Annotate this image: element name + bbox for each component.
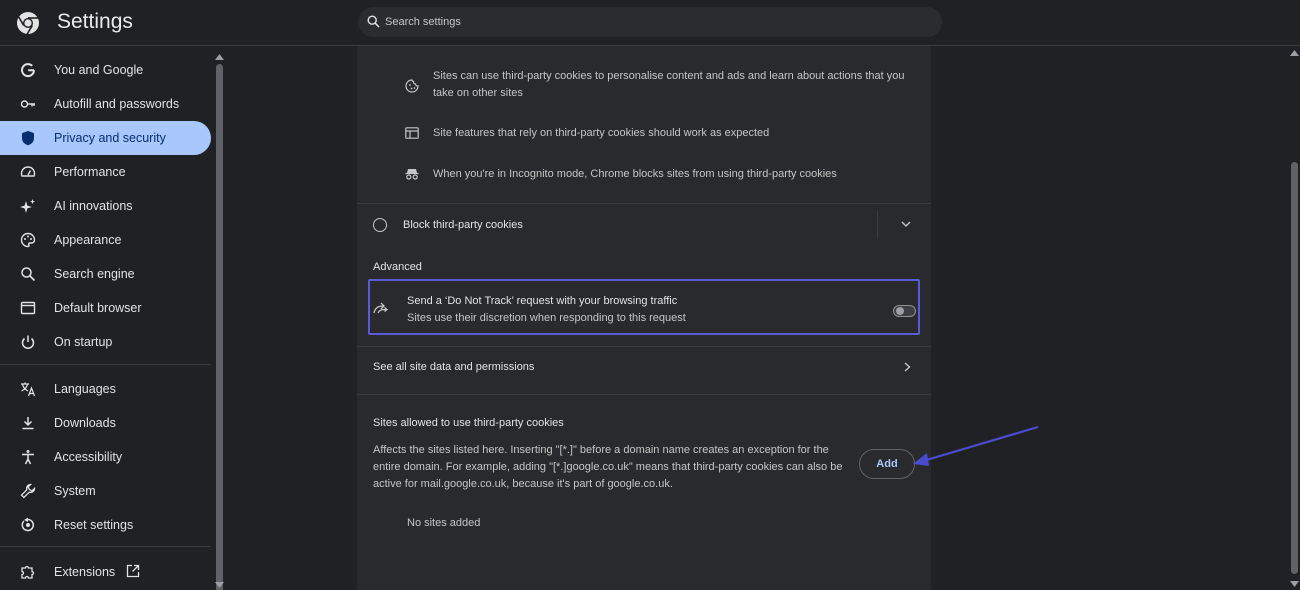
puzzle-icon	[21, 565, 35, 579]
block-cookies-radio[interactable]	[373, 218, 387, 232]
row-divider	[357, 394, 931, 395]
sidebar-item-default-browser[interactable]: Default browser	[0, 291, 211, 325]
sidebar-item-label: Performance	[54, 165, 126, 179]
sidebar-scrollbar-thumb[interactable]	[216, 64, 223, 590]
do-not-track-title: Send a ‘Do Not Track’ request with your …	[407, 295, 678, 307]
speedometer-icon	[20, 166, 36, 177]
toggle-knob	[896, 307, 904, 315]
shield-icon	[22, 130, 34, 146]
search-icon	[21, 267, 36, 282]
sidebar-item-reset-settings[interactable]: Reset settings	[0, 508, 211, 542]
sidebar-item-label: You and Google	[54, 63, 144, 77]
wrench-icon	[20, 483, 36, 499]
search-box[interactable]	[358, 7, 942, 37]
scroll-up-arrow-icon[interactable]	[1290, 50, 1299, 56]
app-header: Settings	[0, 0, 1300, 46]
chevron-down-icon[interactable]	[901, 221, 911, 228]
sidebar-item-performance[interactable]: Performance	[0, 155, 211, 189]
sidebar-item-label: Default browser	[54, 301, 142, 315]
chevron-right-icon[interactable]	[904, 362, 911, 372]
search-input[interactable]	[385, 7, 925, 37]
sidebar-item-label: Languages	[54, 382, 116, 396]
page-scrollbar[interactable]	[1288, 46, 1300, 590]
sidebar-item-on-startup[interactable]: On startup	[0, 325, 211, 359]
sidebar-item-label: Privacy and security	[54, 131, 166, 145]
sidebar-item-privacy[interactable]: Privacy and security	[0, 121, 211, 155]
advanced-section-label: Advanced	[373, 261, 422, 273]
do-not-track-toggle[interactable]	[893, 305, 916, 317]
privacy-settings-card: Sites can use third-party cookies to per…	[357, 46, 931, 590]
sidebar-divider	[0, 546, 211, 547]
key-icon	[20, 100, 35, 108]
annotation-arrow	[913, 425, 1039, 466]
sidebar: You and Google Autofill and passwords Pr…	[0, 52, 213, 590]
sidebar-item-label: AI innovations	[54, 199, 133, 213]
sidebar-item-appearance[interactable]: Appearance	[0, 223, 211, 257]
allowed-sites-description: Affects the sites listed here. Inserting…	[373, 444, 843, 490]
palette-icon	[20, 232, 36, 248]
chrome-logo-icon	[17, 12, 39, 35]
sidebar-item-label: On startup	[54, 335, 113, 349]
page-title: Settings	[57, 10, 133, 33]
scroll-up-arrow-icon[interactable]	[215, 54, 224, 60]
block-cookies-label[interactable]: Block third-party cookies	[403, 217, 523, 234]
sidebar-item-system[interactable]: System	[0, 474, 211, 508]
sidebar-item-ai-innovations[interactable]: AI innovations	[0, 189, 211, 223]
sidebar-item-you-and-google[interactable]: You and Google	[0, 53, 211, 87]
sidebar-item-label: Accessibility	[54, 450, 123, 464]
sidebar-item-autofill[interactable]: Autofill and passwords	[0, 87, 211, 121]
sidebar-item-label: Search engine	[54, 267, 135, 281]
sidebar-item-label: Autofill and passwords	[54, 97, 180, 111]
do-not-track-icon	[373, 302, 389, 314]
sidebar-divider	[0, 364, 211, 365]
cookie-icon	[405, 79, 419, 93]
sidebar-item-search-engine[interactable]: Search engine	[0, 257, 211, 291]
sidebar-item-languages[interactable]: Languages	[0, 372, 211, 406]
expand-divider	[877, 211, 878, 239]
allowed-sites-title: Sites allowed to use third-party cookies	[373, 417, 564, 429]
sidebar-item-label: System	[54, 484, 96, 498]
incognito-bullet: When you're in Incognito mode, Chrome bl…	[433, 168, 837, 180]
reset-icon	[21, 517, 34, 532]
scroll-down-arrow-icon[interactable]	[215, 582, 224, 588]
sidebar-item-label: Extensions	[54, 565, 116, 579]
page-scrollbar-thumb[interactable]	[1291, 162, 1298, 574]
site-features-bullet: Site features that rely on third-party c…	[433, 127, 770, 139]
cookie-behavior-bullet: Sites can use third-party cookies to per…	[433, 70, 905, 99]
browser-window-icon	[20, 301, 36, 315]
site-features-icon	[405, 127, 419, 139]
sidebar-item-downloads[interactable]: Downloads	[0, 406, 211, 440]
sidebar-item-extensions[interactable]: Extensions	[0, 555, 211, 589]
row-divider	[357, 203, 931, 204]
sidebar-item-label: Reset settings	[54, 518, 134, 532]
sidebar-scrollbar[interactable]	[213, 52, 225, 590]
incognito-icon	[405, 169, 419, 180]
search-icon	[367, 15, 380, 28]
sparkle-icon	[20, 199, 35, 213]
sidebar-item-label: Appearance	[54, 233, 122, 247]
sidebar-item-accessibility[interactable]: Accessibility	[0, 440, 211, 474]
see-all-site-data-link[interactable]: See all site data and permissions	[373, 359, 534, 376]
power-icon	[21, 335, 35, 349]
do-not-track-subtitle: Sites use their discretion when respondi…	[407, 312, 686, 324]
accessibility-icon	[22, 450, 34, 465]
no-sites-label: No sites added	[407, 517, 481, 529]
row-divider	[357, 346, 931, 347]
do-not-track-row[interactable]: Send a ‘Do Not Track’ request with your …	[368, 279, 920, 335]
scroll-down-arrow-icon[interactable]	[1290, 581, 1299, 587]
download-icon	[22, 417, 34, 430]
google-icon	[21, 63, 35, 78]
external-link-icon	[126, 564, 140, 578]
sidebar-item-label: Downloads	[54, 416, 116, 430]
translate-icon	[21, 382, 36, 397]
